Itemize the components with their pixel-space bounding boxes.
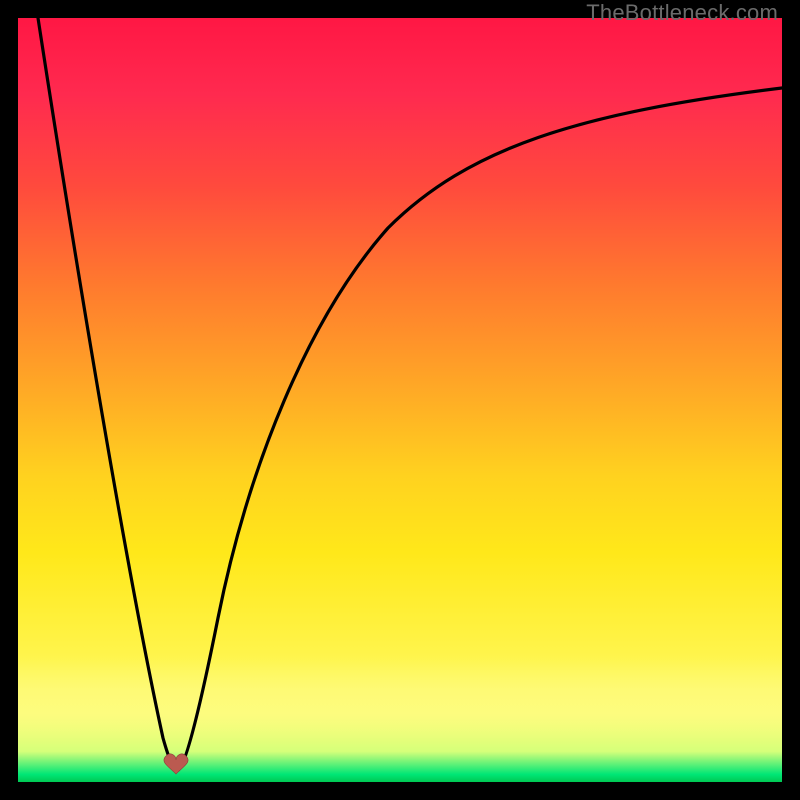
chart-frame (18, 18, 782, 782)
minimum-marker (164, 754, 188, 774)
watermark-text: TheBottleneck.com (586, 0, 778, 26)
bottleneck-curve (38, 18, 782, 770)
curve-layer (18, 18, 782, 782)
